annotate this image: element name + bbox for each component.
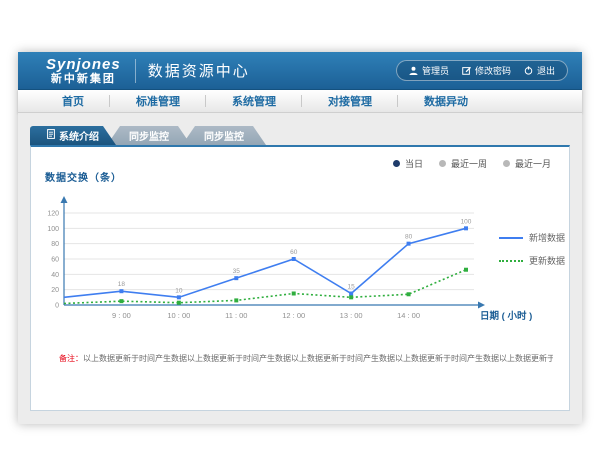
tab-bar: 系统介绍 同步监控 同步监控 xyxy=(30,126,266,145)
svg-text:13 : 00: 13 : 00 xyxy=(340,311,363,320)
page-title: 数据资源中心 xyxy=(148,60,250,81)
radio-label: 最近一月 xyxy=(515,157,551,170)
change-password-label: 修改密码 xyxy=(475,64,511,77)
radio-dot xyxy=(503,160,510,167)
svg-text:35: 35 xyxy=(233,268,241,275)
legend-item-updated-data: 更新数据 xyxy=(499,254,565,267)
y-axis-title: 数据交换（条） xyxy=(45,169,122,184)
brand-logo-subtext: 新中新集团 xyxy=(46,74,121,85)
content-area: 系统介绍 同步监控 同步监控 当日 最近一周 xyxy=(18,113,582,424)
chart-panel: 当日 最近一周 最近一月 数据交换（条） 0 20 40 60 80 100 120 9 : … xyxy=(30,145,570,411)
line-chart: 0 20 40 60 80 100 120 9 : 00 10 : 00 11 : 00 12 : … xyxy=(34,191,579,333)
legend-label: 更新数据 xyxy=(529,254,565,267)
footnote: 备注：以上数据更新于时间产生数据以上数据更新于时间产生数据以上数据更新于时间产生… xyxy=(59,353,553,364)
line-chart-svg: 0 20 40 60 80 100 120 9 : 00 10 : 00 11 : 00 12 : … xyxy=(34,191,579,333)
nav-item-interface-mgmt[interactable]: 对接管理 xyxy=(302,90,398,112)
header-divider xyxy=(135,59,136,83)
radio-label: 最近一周 xyxy=(451,157,487,170)
svg-text:12 : 00: 12 : 00 xyxy=(282,311,305,320)
radio-last-week[interactable]: 最近一周 xyxy=(439,157,487,170)
nav-item-data-change[interactable]: 数据异动 xyxy=(398,90,494,112)
svg-text:10 : 00: 10 : 00 xyxy=(167,311,190,320)
nav-item-home[interactable]: 首页 xyxy=(36,90,110,112)
nav-item-system-mgmt[interactable]: 系统管理 xyxy=(206,90,302,112)
radio-last-month[interactable]: 最近一月 xyxy=(503,157,551,170)
app-window: Synjones 新中新集团 数据资源中心 管理员 修改密码 xyxy=(18,52,582,424)
change-password-button[interactable]: 修改密码 xyxy=(462,64,511,77)
svg-text:100: 100 xyxy=(47,226,59,233)
logout-button[interactable]: 退出 xyxy=(524,64,555,77)
svg-text:40: 40 xyxy=(51,272,59,279)
radio-today[interactable]: 当日 xyxy=(393,157,423,170)
main-nav: 首页 标准管理 系统管理 对接管理 数据异动 xyxy=(18,90,582,113)
edit-icon xyxy=(462,66,471,75)
svg-text:80: 80 xyxy=(405,234,413,241)
svg-text:100: 100 xyxy=(461,218,472,225)
admin-menu[interactable]: 管理员 xyxy=(409,64,449,77)
user-bar: 管理员 修改密码 退出 xyxy=(396,60,568,81)
legend-line-dotted-green xyxy=(499,260,523,262)
svg-text:10: 10 xyxy=(175,287,183,294)
tab-label: 同步监控 xyxy=(204,128,244,143)
power-icon xyxy=(524,66,533,75)
nav-item-standard-mgmt[interactable]: 标准管理 xyxy=(110,90,206,112)
tab-label: 系统介绍 xyxy=(59,128,99,143)
brand-logo-text: Synjones xyxy=(46,57,121,72)
admin-label: 管理员 xyxy=(422,64,449,77)
svg-text:9 : 00: 9 : 00 xyxy=(112,311,131,320)
legend-item-new-data: 新增数据 xyxy=(499,231,565,244)
tab-sync-monitor-1[interactable]: 同步监控 xyxy=(107,126,191,145)
app-header: Synjones 新中新集团 数据资源中心 管理员 修改密码 xyxy=(18,52,582,90)
radio-dot xyxy=(439,160,446,167)
tab-label: 同步监控 xyxy=(129,128,169,143)
svg-text:60: 60 xyxy=(51,257,59,264)
legend-line-solid-blue xyxy=(499,237,523,239)
svg-text:60: 60 xyxy=(290,249,298,256)
brand-logo: Synjones 新中新集团 xyxy=(46,57,121,85)
svg-text:80: 80 xyxy=(51,241,59,248)
svg-text:15: 15 xyxy=(348,284,356,291)
time-range-filter: 当日 最近一周 最近一月 xyxy=(393,157,551,170)
footnote-text: 以上数据更新于时间产生数据以上数据更新于时间产生数据以上数据更新于时间产生数据以… xyxy=(83,354,553,363)
user-icon xyxy=(409,66,418,75)
chart-legend: 新增数据 更新数据 xyxy=(499,231,565,267)
footnote-prefix: 备注： xyxy=(59,354,83,363)
legend-label: 新增数据 xyxy=(529,231,565,244)
svg-text:120: 120 xyxy=(47,211,59,218)
svg-text:20: 20 xyxy=(51,287,59,294)
document-icon xyxy=(47,129,55,142)
tab-sync-monitor-2[interactable]: 同步监控 xyxy=(182,126,266,145)
svg-text:0: 0 xyxy=(55,303,59,310)
logout-label: 退出 xyxy=(537,64,555,77)
radio-label: 当日 xyxy=(405,157,423,170)
radio-dot xyxy=(393,160,400,167)
tab-system-intro[interactable]: 系统介绍 xyxy=(30,126,116,145)
svg-text:18: 18 xyxy=(118,281,126,288)
svg-text:日期 ( 小时 ): 日期 ( 小时 ) xyxy=(480,310,532,322)
svg-text:11 : 00: 11 : 00 xyxy=(225,311,247,320)
svg-text:14 : 00: 14 : 00 xyxy=(397,311,420,320)
